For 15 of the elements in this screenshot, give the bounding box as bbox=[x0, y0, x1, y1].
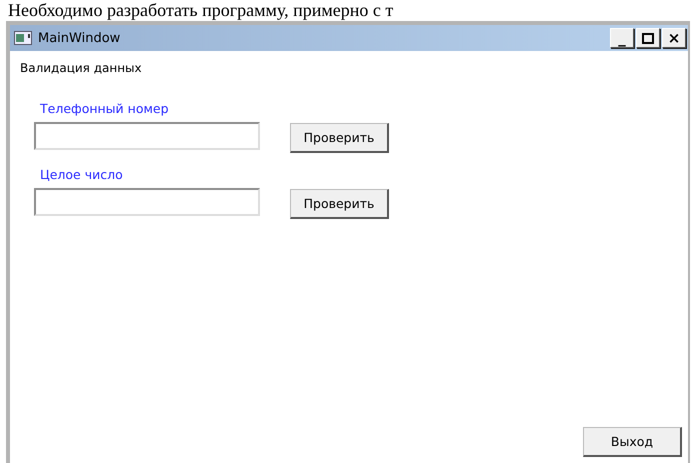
close-button[interactable]: × bbox=[662, 28, 686, 48]
maximize-icon bbox=[642, 32, 654, 44]
input-field[interactable] bbox=[34, 188, 260, 216]
maximize-button[interactable] bbox=[636, 28, 660, 48]
window-title: MainWindow bbox=[38, 30, 120, 46]
check-button[interactable]: Проверить bbox=[290, 189, 389, 219]
heading: Валидация данных bbox=[20, 61, 143, 75]
document-text: Необходимо разработать программу, примерно с т bbox=[7, 0, 394, 21]
window-icon bbox=[14, 31, 32, 45]
exit-button[interactable]: Выход bbox=[583, 427, 682, 457]
check-button[interactable]: Проверить bbox=[290, 123, 389, 153]
field-label: Телефонный номер bbox=[40, 101, 170, 116]
field-label: Целое число bbox=[40, 167, 124, 182]
input-field[interactable] bbox=[34, 122, 260, 150]
minimize-button[interactable]: _ bbox=[610, 28, 634, 48]
